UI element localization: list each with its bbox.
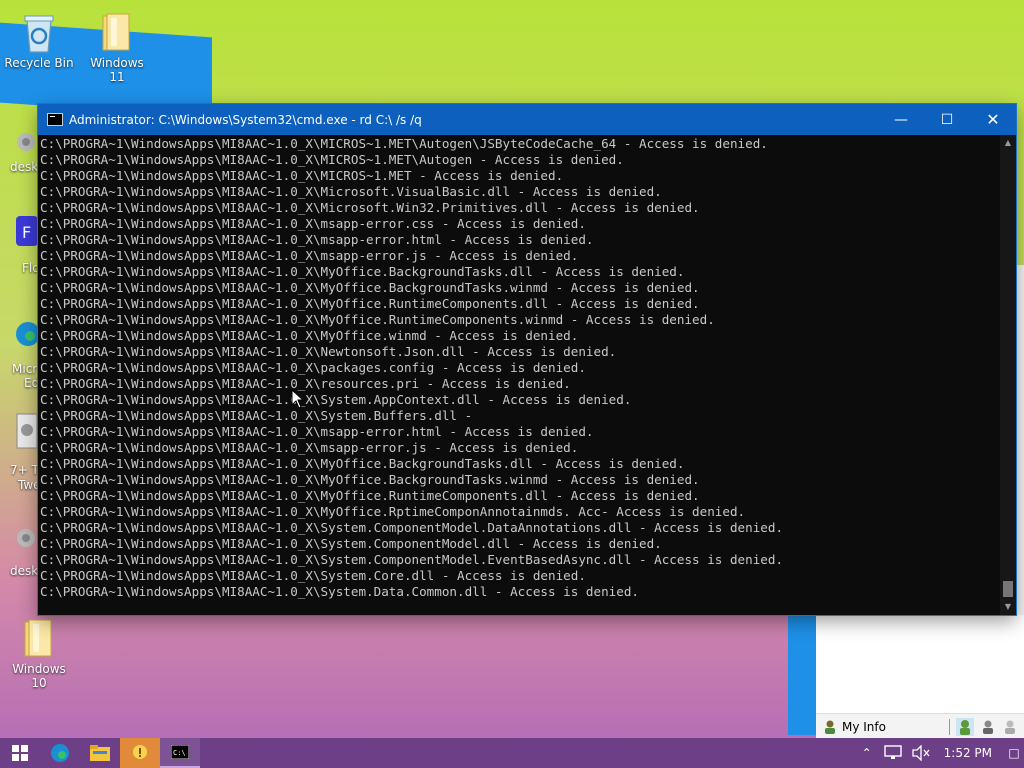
- console-line: C:\PROGRA~1\WindowsApps\MI8AAC~1.0_X\MyO…: [40, 280, 700, 295]
- desktop-icon-label-partial: Ed: [24, 376, 40, 390]
- desktop-icon-label: Recycle Bin: [4, 56, 74, 70]
- desktop-icon-windows-11-folder[interactable]: Windows 11: [82, 10, 152, 84]
- contact-gray-icon[interactable]: [1002, 719, 1018, 735]
- console-line: C:\PROGRA~1\WindowsApps\MI8AAC~1.0_X\msa…: [40, 232, 594, 247]
- scroll-up-arrow-icon[interactable]: ▲: [1000, 135, 1016, 151]
- windows-logo-icon: [12, 745, 28, 761]
- taskbar-feedback-button[interactable]: [120, 738, 160, 768]
- myinfo-label[interactable]: My Info: [842, 720, 886, 734]
- console-line: C:\PROGRA~1\WindowsApps\MI8AAC~1.0_X\MyO…: [40, 488, 700, 503]
- scrollbar-thumb[interactable]: [1003, 581, 1013, 597]
- start-button[interactable]: [0, 738, 40, 768]
- gear-icon[interactable]: [14, 128, 38, 156]
- gear-icon[interactable]: [14, 522, 38, 556]
- console-line: C:\PROGRA~1\WindowsApps\MI8AAC~1.0_X\MyO…: [40, 472, 700, 487]
- cmd-window[interactable]: Administrator: C:\Windows\System32\cmd.e…: [38, 104, 1016, 615]
- desktop-icon-recycle-bin[interactable]: Recycle Bin: [4, 10, 74, 70]
- console-line: C:\PROGRA~1\WindowsApps\MI8AAC~1.0_X\msa…: [40, 216, 586, 231]
- console-line: C:\PROGRA~1\WindowsApps\MI8AAC~1.0_X\MyO…: [40, 456, 685, 471]
- console-line: C:\PROGRA~1\WindowsApps\MI8AAC~1.0_X\msa…: [40, 248, 579, 263]
- console-line: C:\PROGRA~1\WindowsApps\MI8AAC~1.0_X\Mic…: [40, 184, 662, 199]
- cmd-app-icon: [47, 113, 63, 126]
- console-line: C:\PROGRA~1\WindowsApps\MI8AAC~1.0_X\MyO…: [40, 264, 685, 279]
- taskbar-clock[interactable]: 1:52 PM: [944, 746, 992, 760]
- console-line: C:\PROGRA~1\WindowsApps\MI8AAC~1.0_X\Sys…: [40, 568, 586, 583]
- console-line: C:\PROGRA~1\WindowsApps\MI8AAC~1.0_X\res…: [40, 376, 571, 391]
- console-line: C:\PROGRA~1\WindowsApps\MI8AAC~1.0_X\MIC…: [40, 136, 768, 151]
- desktop-icon-windows-10-folder[interactable]: Windows 10: [4, 616, 74, 690]
- console-output[interactable]: C:\PROGRA~1\WindowsApps\MI8AAC~1.0_X\MIC…: [38, 135, 1002, 616]
- console-line: C:\PROGRA~1\WindowsApps\MI8AAC~1.0_X\Sys…: [40, 584, 639, 599]
- console-line: C:\PROGRA~1\WindowsApps\MI8AAC~1.0_X\MyO…: [40, 296, 700, 311]
- tweaker-icon[interactable]: [14, 412, 38, 456]
- window-title: Administrator: C:\Windows\System32\cmd.e…: [69, 112, 422, 127]
- maximize-button[interactable]: ☐: [924, 104, 970, 135]
- scroll-down-arrow-icon[interactable]: ▼: [1000, 599, 1016, 615]
- chat-bubble-icon: [133, 745, 147, 759]
- console-line: C:\PROGRA~1\WindowsApps\MI8AAC~1.0_X\msa…: [40, 424, 594, 439]
- cmd-titlebar[interactable]: Administrator: C:\Windows\System32\cmd.e…: [38, 104, 1016, 135]
- folder-icon: [102, 13, 130, 51]
- desktop-icon-label-partial: Flo: [22, 261, 40, 275]
- mouse-cursor-icon: [291, 389, 305, 409]
- console-line: C:\PROGRA~1\WindowsApps\MI8AAC~1.0_X\Sys…: [40, 520, 784, 535]
- wallpaper-panel-right: [1016, 265, 1024, 615]
- network-icon[interactable]: [883, 745, 902, 761]
- cmd-icon: C:\: [171, 745, 189, 759]
- close-button[interactable]: ✕: [970, 104, 1016, 135]
- console-line: C:\PROGRA~1\WindowsApps\MI8AAC~1.0_X\MyO…: [40, 328, 579, 343]
- contact-gray-icon[interactable]: [980, 719, 996, 735]
- folder-icon: [90, 745, 110, 761]
- console-line: C:\PROGRA~1\WindowsApps\MI8AAC~1.0_X\New…: [40, 344, 617, 359]
- volume-muted-icon[interactable]: [911, 745, 930, 761]
- app-shortcut-icon[interactable]: F: [14, 212, 38, 252]
- contact-green-icon[interactable]: [956, 717, 974, 736]
- folder-icon: [24, 619, 52, 657]
- desktop-icon-label: Windows 11: [90, 56, 144, 84]
- taskbar-file-explorer-button[interactable]: [80, 738, 120, 768]
- vertical-scrollbar[interactable]: ▲ ▼: [1000, 135, 1016, 615]
- divider: [949, 718, 950, 735]
- notification-icon[interactable]: □: [1004, 746, 1024, 760]
- wallpaper-blue-shape-right: [788, 615, 818, 735]
- user-icon: [825, 720, 835, 734]
- console-line: C:\PROGRA~1\WindowsApps\MI8AAC~1.0_X\msa…: [40, 440, 579, 455]
- show-hidden-icons-chevron-icon[interactable]: ⌃: [856, 746, 878, 760]
- svg-text:F: F: [22, 223, 31, 242]
- console-line: C:\PROGRA~1\WindowsApps\MI8AAC~1.0_X\MIC…: [40, 152, 624, 167]
- console-line: C:\PROGRA~1\WindowsApps\MI8AAC~1.0_X\pac…: [40, 360, 586, 375]
- console-line: C:\PROGRA~1\WindowsApps\MI8AAC~1.0_X\Sys…: [40, 536, 662, 551]
- edge-icon: [51, 744, 69, 762]
- console-line: C:\PROGRA~1\WindowsApps\MI8AAC~1.0_X\Mic…: [40, 200, 700, 215]
- edge-icon[interactable]: [14, 316, 38, 356]
- taskbar-edge-button[interactable]: [40, 738, 80, 768]
- system-tray: ⌃ 1:52 PM □: [856, 738, 1024, 768]
- taskbar: C:\ ⌃ 1:52 PM □: [0, 738, 1024, 768]
- desktop-icon-label-partial: Micr: [12, 362, 38, 376]
- console-line: C:\PROGRA~1\WindowsApps\MI8AAC~1.0_X\Sys…: [40, 392, 632, 407]
- console-line: C:\PROGRA~1\WindowsApps\MI8AAC~1.0_X\MIC…: [40, 168, 564, 183]
- desktop-icon-label: Windows 10: [12, 662, 66, 690]
- taskbar-cmd-button[interactable]: C:\: [160, 738, 200, 768]
- recycle-bin-icon: [24, 15, 54, 53]
- svg-text:C:\: C:\: [173, 749, 186, 757]
- minimize-button[interactable]: —: [878, 104, 924, 135]
- console-line: C:\PROGRA~1\WindowsApps\MI8AAC~1.0_X\MyO…: [40, 504, 746, 519]
- console-line: C:\PROGRA~1\WindowsApps\MI8AAC~1.0_X\MyO…: [40, 312, 715, 327]
- myinfo-bar: My Info: [816, 713, 1024, 739]
- console-line: C:\PROGRA~1\WindowsApps\MI8AAC~1.0_X\Sys…: [40, 552, 784, 567]
- console-line: C:\PROGRA~1\WindowsApps\MI8AAC~1.0_X\Sys…: [40, 408, 473, 423]
